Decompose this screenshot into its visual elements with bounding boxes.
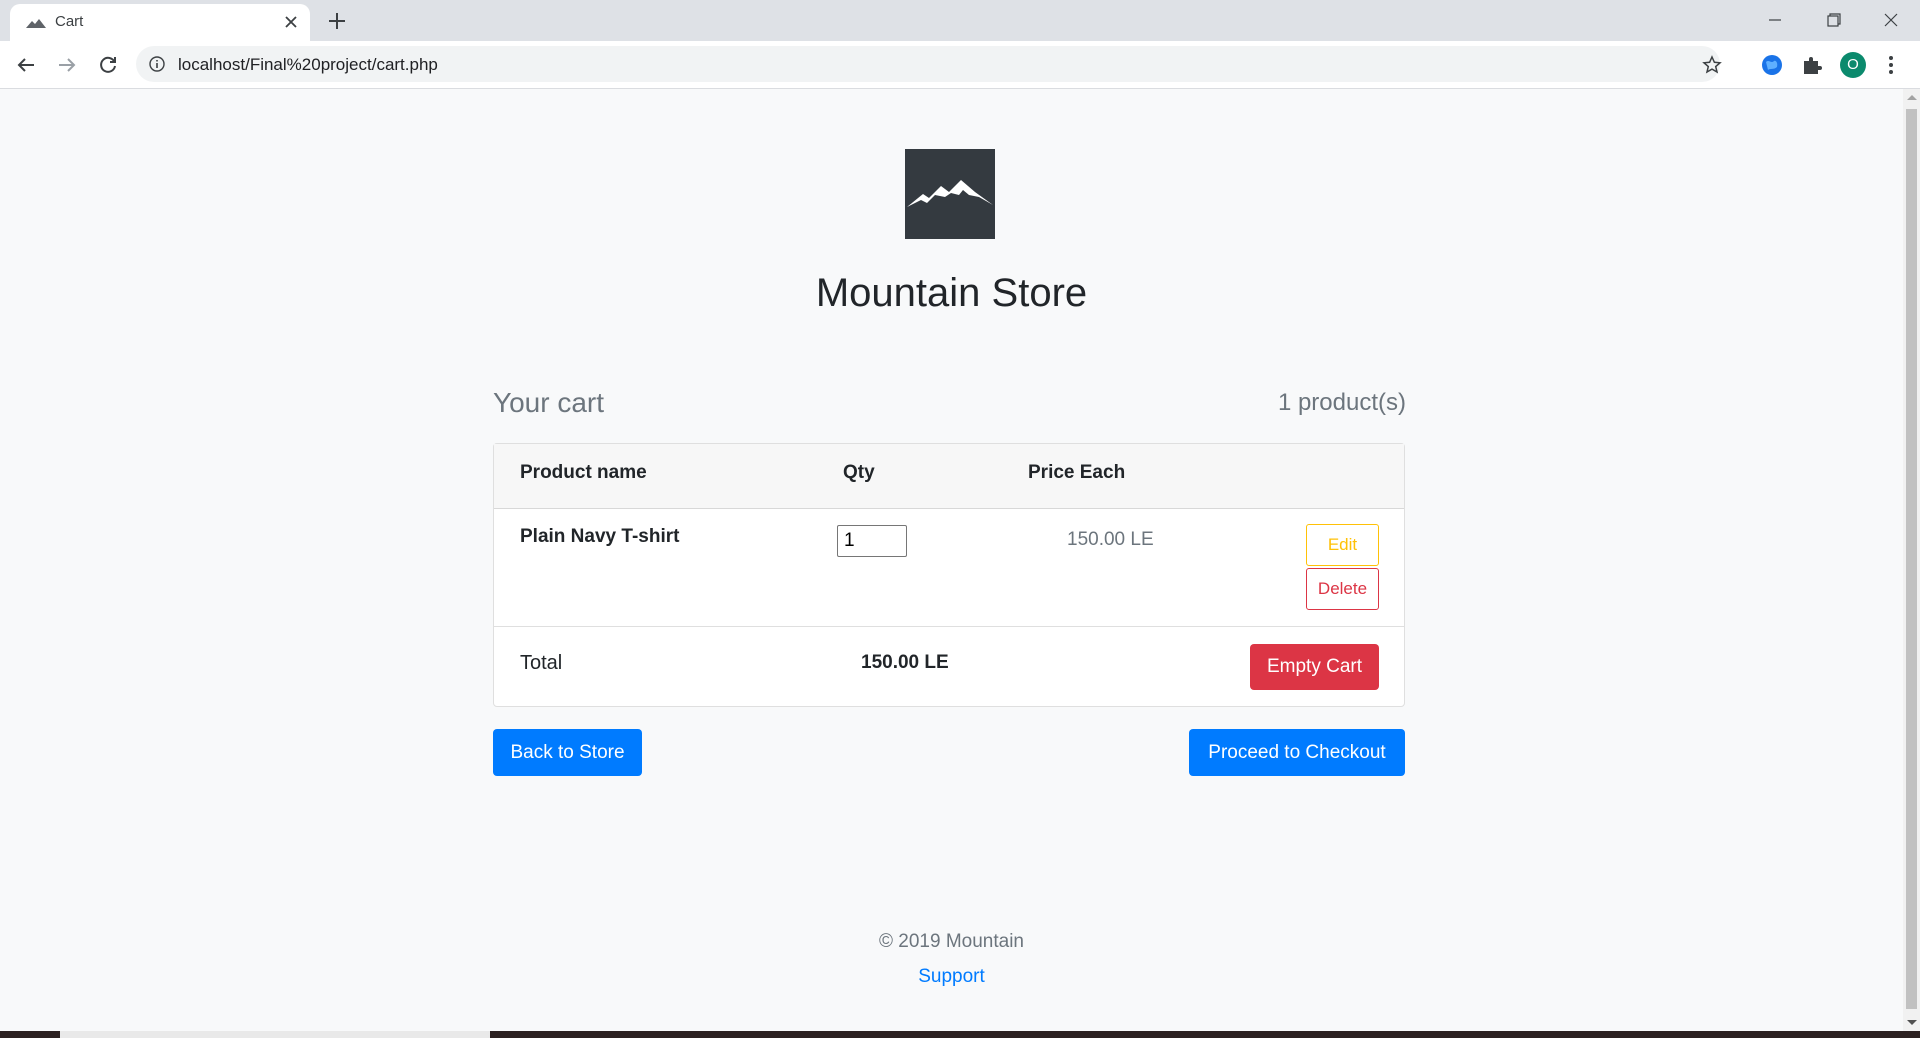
plus-icon[interactable]	[325, 9, 349, 33]
cart-table: Product name Qty Price Each Plain Navy T…	[493, 443, 1405, 707]
globe-icon[interactable]	[1760, 53, 1784, 77]
cart-item-row: Plain Navy T-shirt 150.00 LE Edit Delete	[494, 508, 1404, 627]
scroll-down-arrow-icon[interactable]	[1907, 1020, 1917, 1025]
item-price: 150.00 LE	[1067, 529, 1154, 550]
cart-table-header: Product name Qty Price Each	[494, 444, 1404, 509]
store-title: Mountain Store	[815, 271, 1088, 315]
browser-tabstrip: Cart	[0, 0, 1920, 41]
support-link[interactable]: Support	[918, 966, 985, 987]
info-icon[interactable]	[149, 56, 165, 72]
mountain-icon	[26, 16, 46, 30]
url-text[interactable]: localhost/Final%20project/cart.php	[178, 55, 438, 75]
star-icon[interactable]	[1702, 55, 1722, 75]
minimize-icon[interactable]	[1752, 4, 1798, 36]
puzzle-icon[interactable]	[1800, 53, 1824, 77]
browser-tab[interactable]: Cart	[10, 4, 310, 41]
edit-button[interactable]: Edit	[1306, 524, 1379, 566]
scroll-up-arrow-icon[interactable]	[1907, 95, 1917, 100]
scroll-thumb[interactable]	[1906, 109, 1917, 1009]
total-value: 150.00 LE	[861, 652, 949, 673]
tab-title: Cart	[55, 13, 84, 30]
footer-support-row: Support	[0, 966, 1903, 988]
mountain-icon	[907, 180, 993, 207]
column-header-price: Price Each	[1028, 462, 1126, 483]
back-arrow-icon[interactable]	[14, 53, 38, 77]
item-name: Plain Navy T-shirt	[520, 526, 680, 547]
footer-copyright: © 2019 Mountain	[879, 931, 1024, 952]
close-window-icon[interactable]	[1868, 4, 1914, 36]
restore-icon[interactable]	[1810, 4, 1856, 36]
delete-button[interactable]: Delete	[1306, 568, 1379, 610]
page-scrollbar[interactable]	[1903, 89, 1920, 1031]
profile-avatar[interactable]: O	[1840, 52, 1866, 78]
cart-heading: Your cart	[493, 387, 605, 418]
empty-cart-button[interactable]: Empty Cart	[1250, 644, 1379, 690]
forward-arrow-icon[interactable]	[55, 53, 79, 77]
cart-count: 1 product(s)	[1277, 389, 1406, 416]
kebab-menu-icon[interactable]	[1886, 53, 1896, 77]
total-label: Total	[520, 652, 563, 674]
reload-icon[interactable]	[96, 53, 120, 77]
column-header-qty: Qty	[843, 462, 875, 483]
browser-toolbar: localhost/Final%20project/cart.php O	[0, 41, 1920, 89]
column-header-product: Product name	[520, 462, 647, 483]
taskbar-item[interactable]	[60, 1031, 490, 1038]
address-bar[interactable]: localhost/Final%20project/cart.php	[136, 46, 1722, 82]
close-icon[interactable]	[281, 12, 301, 32]
quantity-input[interactable]	[837, 525, 907, 557]
page-viewport: Mountain Store Your cart 1 product(s) Pr…	[0, 89, 1903, 1031]
back-to-store-button[interactable]: Back to Store	[493, 729, 642, 776]
checkout-button[interactable]: Proceed to Checkout	[1189, 729, 1405, 776]
store-logo	[905, 149, 995, 239]
